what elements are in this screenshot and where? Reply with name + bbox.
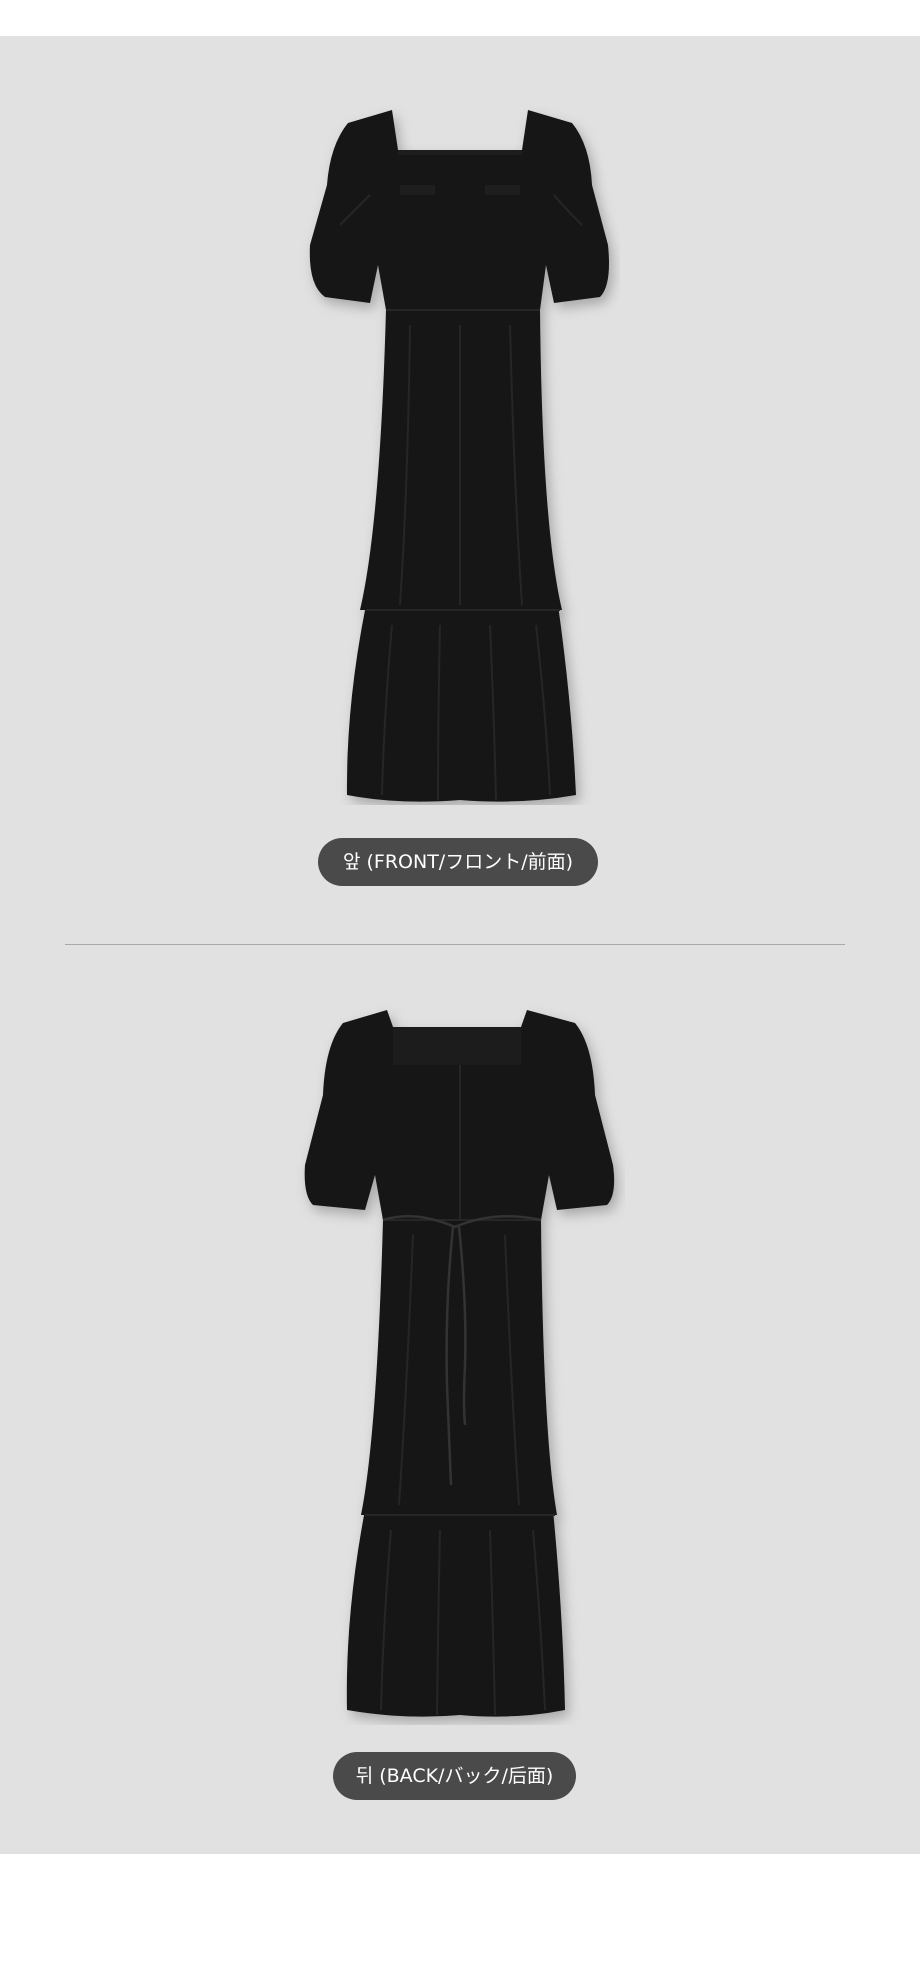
- front-view-label: 앞 (FRONT/フロント/前面): [318, 838, 598, 886]
- back-view-label: 뒤 (BACK/バック/后面): [333, 1752, 576, 1800]
- dress-back-image: [304, 1010, 615, 1717]
- section-divider: [65, 944, 845, 945]
- dress-front-image: [309, 110, 609, 802]
- top-white-strip: [0, 0, 920, 36]
- bottom-white-strip: [0, 1854, 920, 1979]
